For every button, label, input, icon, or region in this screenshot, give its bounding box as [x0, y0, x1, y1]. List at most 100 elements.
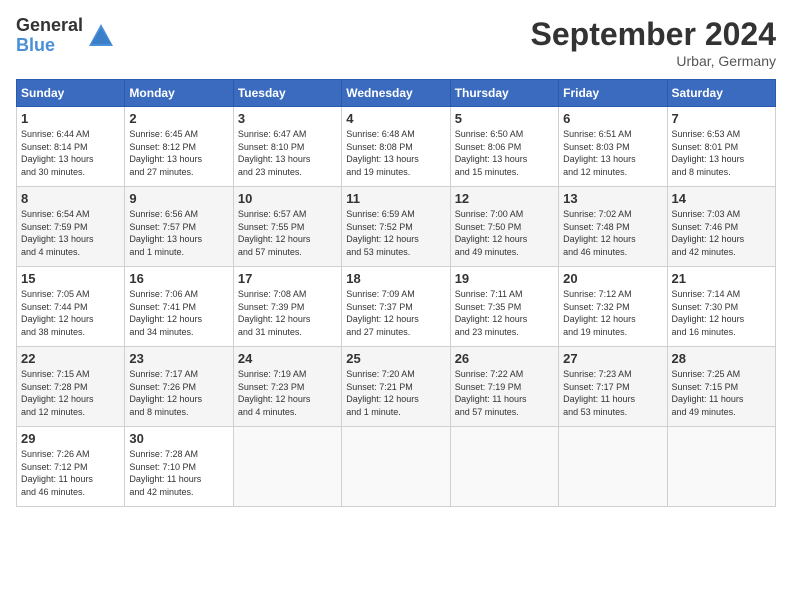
calendar-cell: 29Sunrise: 7:26 AMSunset: 7:12 PMDayligh…	[17, 427, 125, 507]
calendar-cell: 1 Sunrise: 6:44 AMSunset: 8:14 PMDaylight…	[17, 107, 125, 187]
calendar-cell: 4 Sunrise: 6:48 AMSunset: 8:08 PMDaylight…	[342, 107, 450, 187]
calendar-cell: 3Sunrise: 6:47 AMSunset: 8:10 PMDaylight…	[233, 107, 341, 187]
calendar-cell: 7 Sunrise: 6:53 AMSunset: 8:01 PMDaylight…	[667, 107, 775, 187]
calendar-cell: 24Sunrise: 7:19 AMSunset: 7:23 PMDayligh…	[233, 347, 341, 427]
day-number: 9	[129, 191, 228, 206]
day-number: 16	[129, 271, 228, 286]
day-number: 22	[21, 351, 120, 366]
day-info: Sunrise: 6:51 AMSunset: 8:03 PMDaylight:…	[563, 128, 662, 178]
day-number: 5	[455, 111, 554, 126]
day-number: 21	[672, 271, 771, 286]
day-number: 18	[346, 271, 445, 286]
calendar-row: 15 Sunrise: 7:05 AMSunset: 7:44 PMDayligh…	[17, 267, 776, 347]
calendar-cell: 6 Sunrise: 6:51 AMSunset: 8:03 PMDaylight…	[559, 107, 667, 187]
header-saturday: Saturday	[667, 80, 775, 107]
calendar-cell: 12 Sunrise: 7:00 AMSunset: 7:50 PMDayligh…	[450, 187, 558, 267]
calendar-cell: 15 Sunrise: 7:05 AMSunset: 7:44 PMDayligh…	[17, 267, 125, 347]
day-number: 2	[129, 111, 228, 126]
day-number: 8	[21, 191, 120, 206]
day-number: 12	[455, 191, 554, 206]
day-info: Sunrise: 7:25 AMSunset: 7:15 PMDaylight:…	[672, 368, 771, 418]
day-info: Sunrise: 7:00 AMSunset: 7:50 PMDaylight:…	[455, 208, 554, 258]
day-info: Sunrise: 7:09 AMSunset: 7:37 PMDaylight:…	[346, 288, 445, 338]
header-monday: Monday	[125, 80, 233, 107]
calendar-cell: 11 Sunrise: 6:59 AMSunset: 7:52 PMDayligh…	[342, 187, 450, 267]
calendar-row: 22 Sunrise: 7:15 AMSunset: 7:28 PMDayligh…	[17, 347, 776, 427]
day-number: 15	[21, 271, 120, 286]
day-info: Sunrise: 6:57 AMSunset: 7:55 PMDaylight:…	[238, 208, 337, 258]
calendar-row: 8 Sunrise: 6:54 AMSunset: 7:59 PMDaylight…	[17, 187, 776, 267]
calendar-table: Sunday Monday Tuesday Wednesday Thursday…	[16, 79, 776, 507]
logo: General Blue	[16, 16, 115, 56]
day-number: 6	[563, 111, 662, 126]
day-info: Sunrise: 7:03 AMSunset: 7:46 PMDaylight:…	[672, 208, 771, 258]
day-info: Sunrise: 6:50 AMSunset: 8:06 PMDaylight:…	[455, 128, 554, 178]
calendar-cell	[559, 427, 667, 507]
calendar-cell: 16 Sunrise: 7:06 AMSunset: 7:41 PMDayligh…	[125, 267, 233, 347]
day-number: 10	[238, 191, 337, 206]
calendar-cell: 28Sunrise: 7:25 AMSunset: 7:15 PMDayligh…	[667, 347, 775, 427]
calendar-cell	[233, 427, 341, 507]
day-number: 25	[346, 351, 445, 366]
calendar-cell: 10 Sunrise: 6:57 AMSunset: 7:55 PMDayligh…	[233, 187, 341, 267]
location: Urbar, Germany	[531, 53, 776, 69]
day-number: 30	[129, 431, 228, 446]
logo-icon	[87, 22, 115, 50]
day-info: Sunrise: 6:45 AMSunset: 8:12 PMDaylight:…	[129, 128, 228, 178]
day-info: Sunrise: 7:02 AMSunset: 7:48 PMDaylight:…	[563, 208, 662, 258]
logo-blue: Blue	[16, 36, 83, 56]
day-number: 19	[455, 271, 554, 286]
logo-general: General	[16, 16, 83, 36]
day-info: Sunrise: 6:53 AMSunset: 8:01 PMDaylight:…	[672, 128, 771, 178]
calendar-cell: 23 Sunrise: 7:17 AMSunset: 7:26 PMDayligh…	[125, 347, 233, 427]
day-info: Sunrise: 7:19 AMSunset: 7:23 PMDaylight:…	[238, 368, 337, 418]
calendar-row: 1 Sunrise: 6:44 AMSunset: 8:14 PMDaylight…	[17, 107, 776, 187]
day-number: 17	[238, 271, 337, 286]
day-info: Sunrise: 7:12 AMSunset: 7:32 PMDaylight:…	[563, 288, 662, 338]
day-info: Sunrise: 7:14 AMSunset: 7:30 PMDaylight:…	[672, 288, 771, 338]
header-sunday: Sunday	[17, 80, 125, 107]
calendar-cell: 26 Sunrise: 7:22 AMSunset: 7:19 PMDayligh…	[450, 347, 558, 427]
day-number: 11	[346, 191, 445, 206]
day-number: 1	[21, 111, 120, 126]
calendar-cell: 18 Sunrise: 7:09 AMSunset: 7:37 PMDayligh…	[342, 267, 450, 347]
calendar-cell: 2 Sunrise: 6:45 AMSunset: 8:12 PMDaylight…	[125, 107, 233, 187]
day-info: Sunrise: 6:54 AMSunset: 7:59 PMDaylight:…	[21, 208, 120, 258]
day-info: Sunrise: 6:48 AMSunset: 8:08 PMDaylight:…	[346, 128, 445, 178]
calendar-cell: 8 Sunrise: 6:54 AMSunset: 7:59 PMDaylight…	[17, 187, 125, 267]
calendar-cell: 21 Sunrise: 7:14 AMSunset: 7:30 PMDayligh…	[667, 267, 775, 347]
day-info: Sunrise: 7:08 AMSunset: 7:39 PMDaylight:…	[238, 288, 337, 338]
calendar-cell	[450, 427, 558, 507]
day-info: Sunrise: 7:06 AMSunset: 7:41 PMDaylight:…	[129, 288, 228, 338]
calendar-cell: 30Sunrise: 7:28 AMSunset: 7:10 PMDayligh…	[125, 427, 233, 507]
header-friday: Friday	[559, 80, 667, 107]
day-info: Sunrise: 6:56 AMSunset: 7:57 PMDaylight:…	[129, 208, 228, 258]
day-info: Sunrise: 7:11 AMSunset: 7:35 PMDaylight:…	[455, 288, 554, 338]
day-info: Sunrise: 7:23 AMSunset: 7:17 PMDaylight:…	[563, 368, 662, 418]
day-number: 4	[346, 111, 445, 126]
header-tuesday: Tuesday	[233, 80, 341, 107]
day-info: Sunrise: 7:05 AMSunset: 7:44 PMDaylight:…	[21, 288, 120, 338]
day-number: 14	[672, 191, 771, 206]
calendar-cell: 19 Sunrise: 7:11 AMSunset: 7:35 PMDayligh…	[450, 267, 558, 347]
calendar-row: 29Sunrise: 7:26 AMSunset: 7:12 PMDayligh…	[17, 427, 776, 507]
day-info: Sunrise: 7:20 AMSunset: 7:21 PMDaylight:…	[346, 368, 445, 418]
day-info: Sunrise: 7:22 AMSunset: 7:19 PMDaylight:…	[455, 368, 554, 418]
calendar-cell	[342, 427, 450, 507]
day-number: 27	[563, 351, 662, 366]
day-number: 26	[455, 351, 554, 366]
day-info: Sunrise: 6:44 AMSunset: 8:14 PMDaylight:…	[21, 128, 120, 178]
calendar-cell: 5 Sunrise: 6:50 AMSunset: 8:06 PMDaylight…	[450, 107, 558, 187]
day-info: Sunrise: 7:17 AMSunset: 7:26 PMDaylight:…	[129, 368, 228, 418]
day-number: 29	[21, 431, 120, 446]
day-number: 23	[129, 351, 228, 366]
calendar-cell: 20Sunrise: 7:12 AMSunset: 7:32 PMDayligh…	[559, 267, 667, 347]
day-number: 3	[238, 111, 337, 126]
page-header: General Blue September 2024 Urbar, Germa…	[16, 16, 776, 69]
day-number: 7	[672, 111, 771, 126]
day-number: 13	[563, 191, 662, 206]
day-info: Sunrise: 7:15 AMSunset: 7:28 PMDaylight:…	[21, 368, 120, 418]
day-info: Sunrise: 6:59 AMSunset: 7:52 PMDaylight:…	[346, 208, 445, 258]
month-title: September 2024	[531, 16, 776, 53]
calendar-cell: 17 Sunrise: 7:08 AMSunset: 7:39 PMDayligh…	[233, 267, 341, 347]
